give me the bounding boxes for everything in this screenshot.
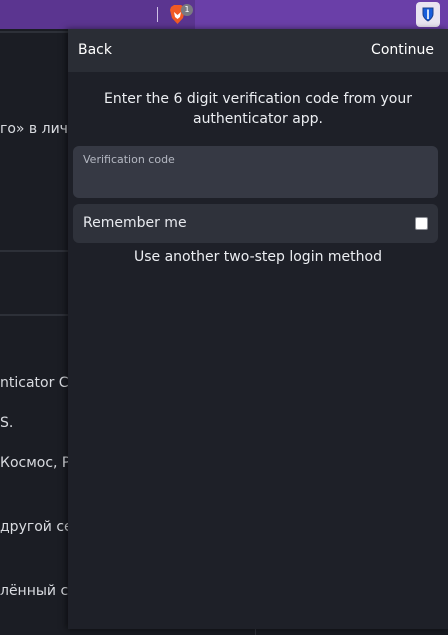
background-sidebar [0,29,70,635]
tab-strip [0,0,195,29]
two-step-login-popup: Back Continue Enter the 6 digit verifica… [68,29,448,629]
another-method-link[interactable]: Use another two-step login method [68,249,448,265]
background-divider [0,31,70,33]
remember-me-row[interactable]: Remember me [73,204,438,243]
background-divider [0,314,70,316]
shields-badge: 1 [181,4,193,16]
toolbar-separator [157,7,158,22]
shield-icon [422,7,434,22]
popup-header: Back Continue [68,29,448,72]
remember-me-label: Remember me [83,215,187,231]
bitwarden-extension-button[interactable] [416,2,440,27]
back-button[interactable]: Back [78,42,112,58]
remember-me-checkbox[interactable] [415,217,428,230]
verification-code-field[interactable]: Verification code [73,146,438,198]
instructions-text: Enter the 6 digit verification code from… [104,91,412,127]
verification-code-input[interactable] [83,170,428,192]
browser-toolbar: 1 [0,0,448,29]
background-divider [0,250,70,252]
verification-code-label: Verification code [83,153,175,166]
continue-button[interactable]: Continue [371,42,434,58]
